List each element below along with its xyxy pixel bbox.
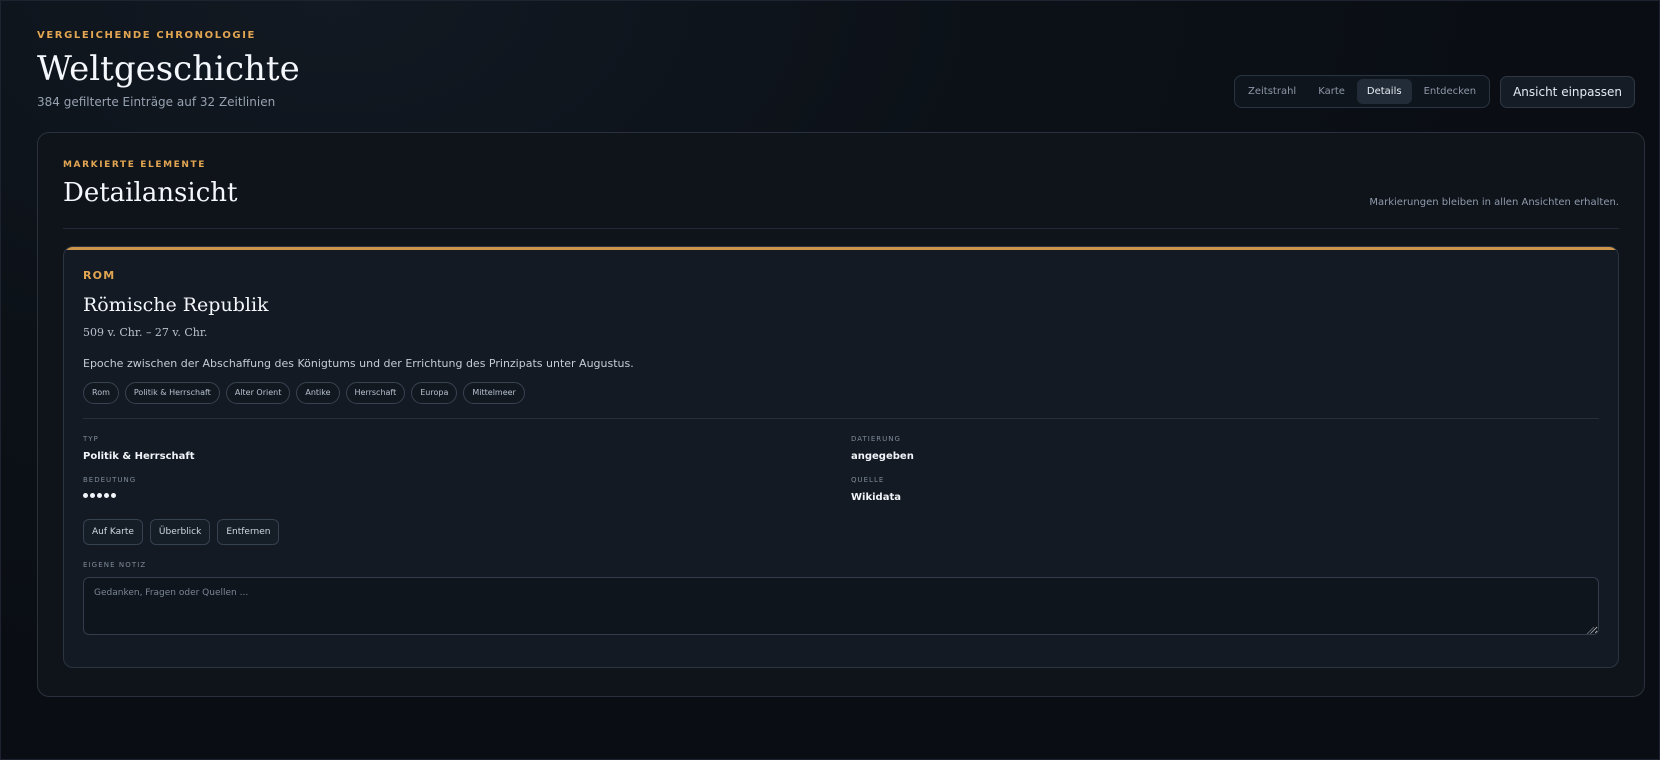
fit-view-button[interactable]: Ansicht einpassen (1500, 75, 1635, 108)
header-eyebrow: VERGLEICHENDE CHRONOLOGIE (37, 30, 256, 41)
entry-dates: 509 v. Chr. – 27 v. Chr. (83, 326, 208, 339)
note-wrapper (83, 569, 1599, 639)
tag-antike[interactable]: Antike (296, 382, 340, 404)
meta-value-typ: Politik & Herrschaft (83, 451, 195, 462)
tag-rom[interactable]: Rom (83, 382, 119, 404)
dot-icon (111, 492, 116, 498)
meta-label-typ: TYP (83, 435, 99, 443)
header: VERGLEICHENDE CHRONOLOGIE Weltgeschichte… (37, 30, 1635, 114)
dot-icon (90, 492, 95, 498)
tab-zeitstrahl[interactable]: Zeitstrahl (1238, 79, 1306, 104)
note-label: EIGENE NOTIZ (83, 561, 147, 569)
meta-value-quelle: Wikidata (851, 492, 901, 503)
view-switcher: Zeitstrahl Karte Details Entdecken (1234, 75, 1491, 108)
app-root: VERGLEICHENDE CHRONOLOGIE Weltgeschichte… (0, 0, 1660, 760)
tag-herrschaft[interactable]: Herrschaft (345, 382, 406, 404)
header-controls: Zeitstrahl Karte Details Entdecken Ansic… (1234, 75, 1635, 108)
entry-card: ROM Römische Republik 509 v. Chr. – 27 v… (63, 246, 1619, 668)
tab-details[interactable]: Details (1356, 79, 1412, 104)
panel-eyebrow: MARKIERTE ELEMENTE (63, 160, 207, 170)
meta-value-datierung: angegeben (851, 451, 914, 462)
entry-actions: Auf Karte Überblick Entfernen (83, 519, 1599, 545)
dot-icon (83, 492, 88, 498)
entry-category: ROM (83, 269, 116, 282)
meta-quelle: QUELLE Wikidata (851, 476, 1599, 503)
overview-button[interactable]: Überblick (149, 519, 211, 545)
entry-title: Römische Republik (83, 294, 269, 316)
tab-entdecken[interactable]: Entdecken (1414, 79, 1487, 104)
dot-icon (104, 492, 109, 498)
tag-alter-orient[interactable]: Alter Orient (225, 382, 291, 404)
meta-bedeutung: BEDEUTUNG (83, 476, 831, 503)
tag-europa[interactable]: Europa (411, 382, 458, 404)
note-textarea[interactable] (83, 577, 1599, 635)
detail-panel: MARKIERTE ELEMENTE Detailansicht Markier… (37, 132, 1645, 697)
meta-label-bedeutung: BEDEUTUNG (83, 476, 137, 484)
panel-title: Detailansicht (63, 178, 238, 208)
panel-note: Markierungen bleiben in allen Ansichten … (1369, 197, 1619, 208)
card-accent-bar (64, 247, 1618, 250)
tag-list: Rom Politik & Herrschaft Alter Orient An… (83, 382, 1599, 404)
remove-button[interactable]: Entfernen (217, 519, 280, 545)
meta-label-quelle: QUELLE (851, 476, 885, 484)
dot-icon (97, 492, 102, 498)
meta-datierung: DATIERUNG angegeben (851, 435, 1599, 462)
entry-divider (83, 418, 1599, 419)
meta-label-datierung: DATIERUNG (851, 435, 901, 443)
tab-karte[interactable]: Karte (1308, 79, 1355, 104)
meta-typ: TYP Politik & Herrschaft (83, 435, 831, 462)
importance-rating (83, 490, 831, 500)
entry-card-content: ROM Römische Republik 509 v. Chr. – 27 v… (83, 269, 1599, 639)
tag-politik-herrschaft[interactable]: Politik & Herrschaft (124, 382, 220, 404)
entry-description: Epoche zwischen der Abschaffung des Köni… (83, 357, 634, 370)
entry-meta-grid: TYP Politik & Herrschaft DATIERUNG angeg… (83, 435, 1599, 503)
panel-divider (63, 228, 1619, 229)
show-on-map-button[interactable]: Auf Karte (83, 519, 143, 545)
tag-mittelmeer[interactable]: Mittelmeer (463, 382, 525, 404)
